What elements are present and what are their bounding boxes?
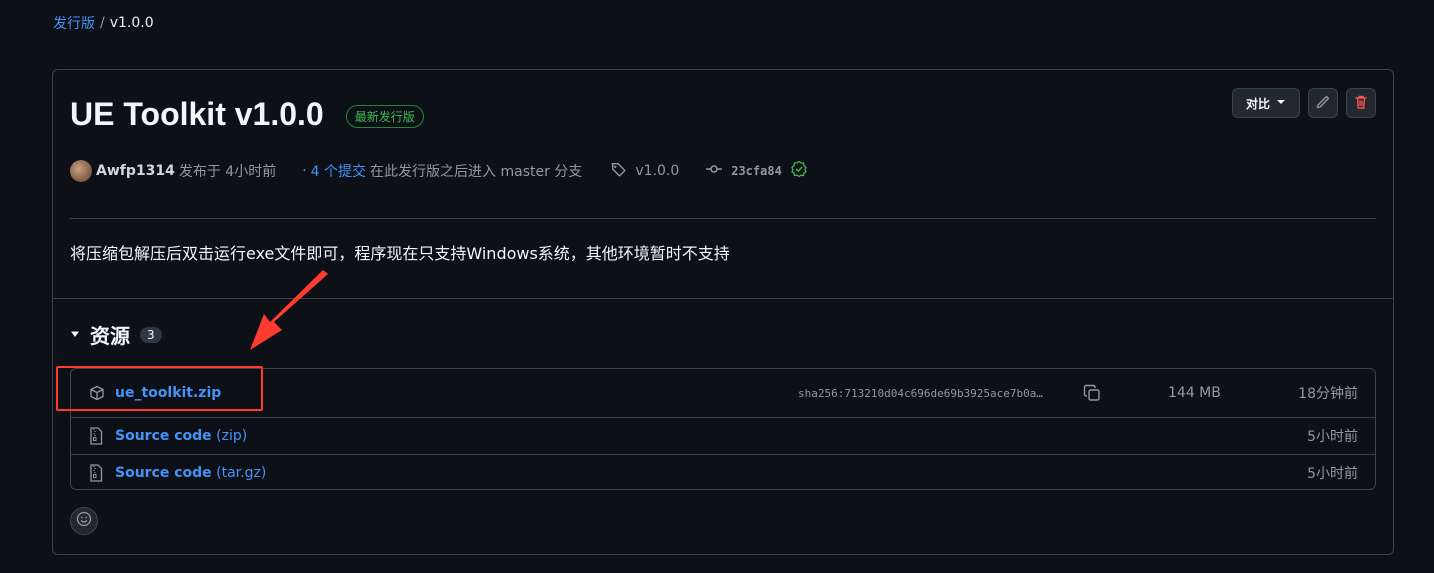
assets-list: ue_toolkit.zip sha256:713210d04c696de69b… [70,368,1376,490]
list-item: Source code (zip) 5小时前 [71,417,1375,454]
verified-icon [790,160,808,182]
list-item: Source code (tar.gz) 5小时前 [71,454,1375,490]
asset-ext: (tar.gz) [211,464,267,481]
breadcrumb: 发行版 / v1.0.0 [53,13,154,33]
asset-digest: sha256:713210d04c696de69b3925ace7b0a… [798,386,1044,400]
annotation-highlight-box [56,366,263,411]
commits-suffix: 在此发行版之后进入 master 分支 [370,164,583,180]
commit-sha: 23cfa84 [731,164,782,178]
delete-button[interactable] [1346,88,1376,118]
tag-label: v1.0.0 [635,163,680,179]
list-item: ue_toolkit.zip sha256:713210d04c696de69b… [71,369,1375,417]
copy-icon[interactable] [1083,384,1101,402]
trash-icon [1353,94,1369,113]
tag-link[interactable]: v1.0.0 [610,161,679,182]
asset-time: 5小时前 [1307,429,1358,445]
asset-time: 18分钟前 [1298,386,1358,402]
author-link[interactable]: Awfp1314 [96,163,175,179]
commit-icon [705,162,723,180]
compare-button[interactable]: 对比 [1232,88,1300,118]
smiley-icon [76,511,92,531]
commit-link[interactable]: 23cfa84 [705,160,808,182]
file-zip-icon [89,427,103,445]
asset-ext: (zip) [211,428,248,444]
release-meta: Awfp1314 发布于 4小时前 · 4 个提交 在此发行版之后进入 mast… [70,160,808,182]
asset-name: Source code [115,428,212,444]
source-targz-link[interactable]: Source code (tar.gz) [115,465,266,481]
source-zip-link[interactable]: Source code (zip) [115,428,247,444]
breadcrumb-separator: / [100,15,105,31]
release-description: 将压缩包解压后双击运行exe文件即可，程序现在只支持Windows系统，其他环境… [70,244,730,263]
edit-button[interactable] [1308,88,1338,118]
annotation-arrow [230,270,340,364]
tag-icon [610,161,627,182]
published-time: 发布于 4小时前 [178,164,277,180]
asset-name: Source code [115,464,212,481]
compare-label: 对比 [1245,96,1270,111]
caret-down-icon [1276,96,1286,110]
release-actions: 对比 [1232,88,1376,118]
asset-size: 144 MB [1168,385,1221,401]
reaction-button[interactable] [70,507,98,535]
assets-count: 3 [140,326,162,343]
commits-link[interactable]: 4 个提交 [311,161,366,181]
divider [70,218,1376,219]
breadcrumb-releases-link[interactable]: 发行版 [53,13,95,33]
caret-down-icon [70,328,80,342]
assets-title: 资源 [90,324,130,348]
release-title: UE Toolkit v1.0.0 [70,96,324,132]
assets-toggle[interactable]: 资源 3 [70,320,162,349]
latest-release-badge: 最新发行版 [345,105,424,128]
avatar[interactable] [70,160,92,182]
file-zip-icon [89,463,103,482]
pencil-icon [1315,94,1331,113]
asset-time: 5小时前 [1307,465,1358,482]
meta-dot: · [302,163,307,179]
breadcrumb-current: v1.0.0 [109,15,154,31]
